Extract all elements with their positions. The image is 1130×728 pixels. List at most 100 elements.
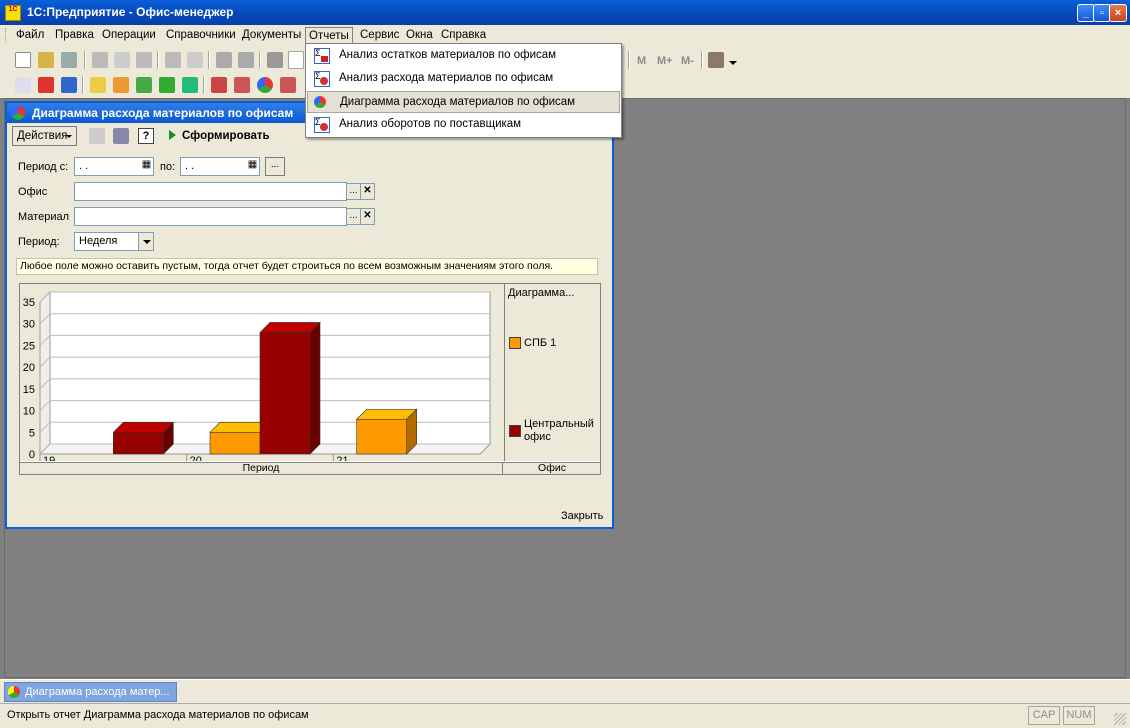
cut-icon[interactable] [92, 52, 108, 68]
x-tick-label: 21 [336, 455, 348, 461]
play-icon [169, 130, 176, 140]
document-gear-icon[interactable] [113, 77, 129, 93]
legend-axis-title: Офис [538, 462, 566, 474]
y-tick-label: 25 [23, 340, 35, 352]
caps-lock-indicator: CAP [1028, 706, 1060, 725]
report-sigma-icon[interactable] [211, 77, 227, 93]
y-tick-label: 35 [23, 297, 35, 309]
app-logo-icon: 1С [5, 5, 21, 21]
toolbar-separator [84, 51, 86, 69]
period-select-button[interactable]: ... [265, 157, 285, 176]
actions-menu-button[interactable]: Действия [12, 126, 77, 146]
bar [209, 431, 261, 455]
report-suppliers-icon[interactable] [280, 77, 296, 93]
menu-help[interactable]: Справка [438, 27, 489, 44]
menu-file[interactable]: Файл [13, 27, 47, 44]
copy-settings-icon[interactable] [89, 128, 105, 144]
status-bar: Открыть отчет Диаграмма расхода материал… [0, 703, 1130, 728]
office-field[interactable] [74, 182, 347, 201]
memory-button[interactable]: M [637, 55, 646, 67]
pie-chart-icon [11, 106, 25, 120]
tools-icon[interactable] [708, 52, 724, 68]
menu-item-consumption-chart[interactable]: Диаграмма расхода материалов по офисам [307, 91, 620, 113]
legend-swatch [509, 425, 521, 437]
report-sigma-icon: Σ [314, 48, 330, 64]
office-select-button[interactable]: ... [346, 183, 361, 200]
bar-top [112, 421, 175, 433]
generate-button[interactable]: Сформировать [169, 127, 270, 147]
window-tab-label: Диаграмма расхода матер... [25, 686, 170, 698]
toolbar-separator [701, 51, 703, 69]
books-icon[interactable] [38, 77, 54, 93]
period-value: Неделя [79, 235, 118, 247]
calendar-icon[interactable]: ▦ [245, 158, 260, 175]
print-icon[interactable] [165, 52, 181, 68]
material-label: Материал [18, 211, 69, 223]
open-folder-icon[interactable] [38, 52, 54, 68]
menu-service[interactable]: Сервис [357, 27, 402, 44]
menu-windows[interactable]: Окна [403, 27, 436, 44]
menubar: Файл Правка Операции Справочники Докумен… [0, 25, 1130, 45]
toolbar-separator [628, 51, 630, 69]
office-clear-icon[interactable]: ✕ [360, 183, 375, 200]
report-sigma-people-icon: Σ [314, 71, 330, 87]
toolbar-separator [259, 51, 261, 69]
window-tabs-bar: Диаграмма расхода матер... [0, 679, 1130, 703]
menu-reports[interactable]: Отчеты [305, 27, 353, 44]
tools-dropdown-icon[interactable] [729, 61, 737, 65]
num-lock-indicator: NUM [1063, 706, 1095, 725]
document-edit-icon[interactable] [90, 77, 106, 93]
redo-icon[interactable] [238, 52, 254, 68]
menu-item-remains-analysis[interactable]: Σ Анализ остатков материалов по офисам [307, 45, 620, 67]
menu-item-suppliers-analysis[interactable]: Σ Анализ оборотов по поставщикам [307, 114, 620, 136]
period-from-label: Период с: [18, 161, 69, 173]
search-combo[interactable] [288, 51, 304, 69]
material-select-button[interactable]: ... [346, 208, 361, 225]
chart-legend: Диаграмма... СПБ 1 Центральный офис [504, 284, 600, 461]
settings-arrow-icon[interactable] [113, 128, 129, 144]
menu-catalogs[interactable]: Справочники [163, 27, 239, 44]
y-tick-label: 15 [23, 384, 35, 396]
journal-icon[interactable] [15, 77, 31, 93]
copy-icon[interactable] [114, 52, 130, 68]
bar-side [309, 321, 321, 455]
ledger-icon[interactable] [182, 77, 198, 93]
pie-chart-icon[interactable] [257, 77, 273, 93]
x-tick-label: 20 [190, 455, 202, 461]
chevron-down-icon[interactable] [138, 233, 153, 250]
close-window-button[interactable]: × [1109, 4, 1127, 22]
menu-item-label: Анализ остатков материалов по офисам [339, 49, 557, 61]
calendar-icon[interactable]: ▦ [139, 158, 154, 175]
new-document-icon[interactable] [15, 52, 31, 68]
toolbar-separator [82, 76, 84, 94]
period-select[interactable]: Неделя [74, 232, 154, 251]
document-green-icon[interactable] [136, 77, 152, 93]
find-icon[interactable] [267, 52, 283, 68]
y-tick-label: 10 [23, 406, 35, 418]
material-clear-icon[interactable]: ✕ [360, 208, 375, 225]
save-icon[interactable] [61, 52, 77, 68]
paste-icon[interactable] [136, 52, 152, 68]
menu-item-consumption-analysis[interactable]: Σ Анализ расхода материалов по офисам [307, 68, 620, 90]
actions-label: Действия [17, 130, 68, 142]
memory-minus-button[interactable]: M- [681, 55, 694, 67]
chevron-down-icon [66, 135, 72, 138]
menu-edit[interactable]: Правка [52, 27, 97, 44]
help-button[interactable]: ? [138, 128, 154, 144]
report-sigma-people-icon[interactable] [234, 77, 250, 93]
menu-operations[interactable]: Операции [99, 27, 159, 44]
undo-icon[interactable] [216, 52, 232, 68]
window-tab[interactable]: Диаграмма расхода матер... [4, 682, 177, 702]
catalog-toolbar [0, 72, 310, 98]
resize-grip-icon[interactable] [1114, 713, 1126, 725]
report-window: Диаграмма расхода материалов по офисам Д… [5, 101, 614, 529]
main-titlebar: 1С 1С:Предприятие - Офис-менеджер _ ▫ × [0, 0, 1130, 25]
material-field[interactable] [74, 207, 347, 226]
document-flag-icon[interactable] [159, 77, 175, 93]
close-link[interactable]: Закрыть [561, 510, 603, 522]
memory-plus-button[interactable]: M+ [657, 55, 673, 67]
print-preview-icon[interactable] [187, 52, 203, 68]
users-icon[interactable] [61, 77, 77, 93]
period-label: Период: [18, 236, 60, 248]
menu-documents[interactable]: Документы [239, 27, 304, 44]
